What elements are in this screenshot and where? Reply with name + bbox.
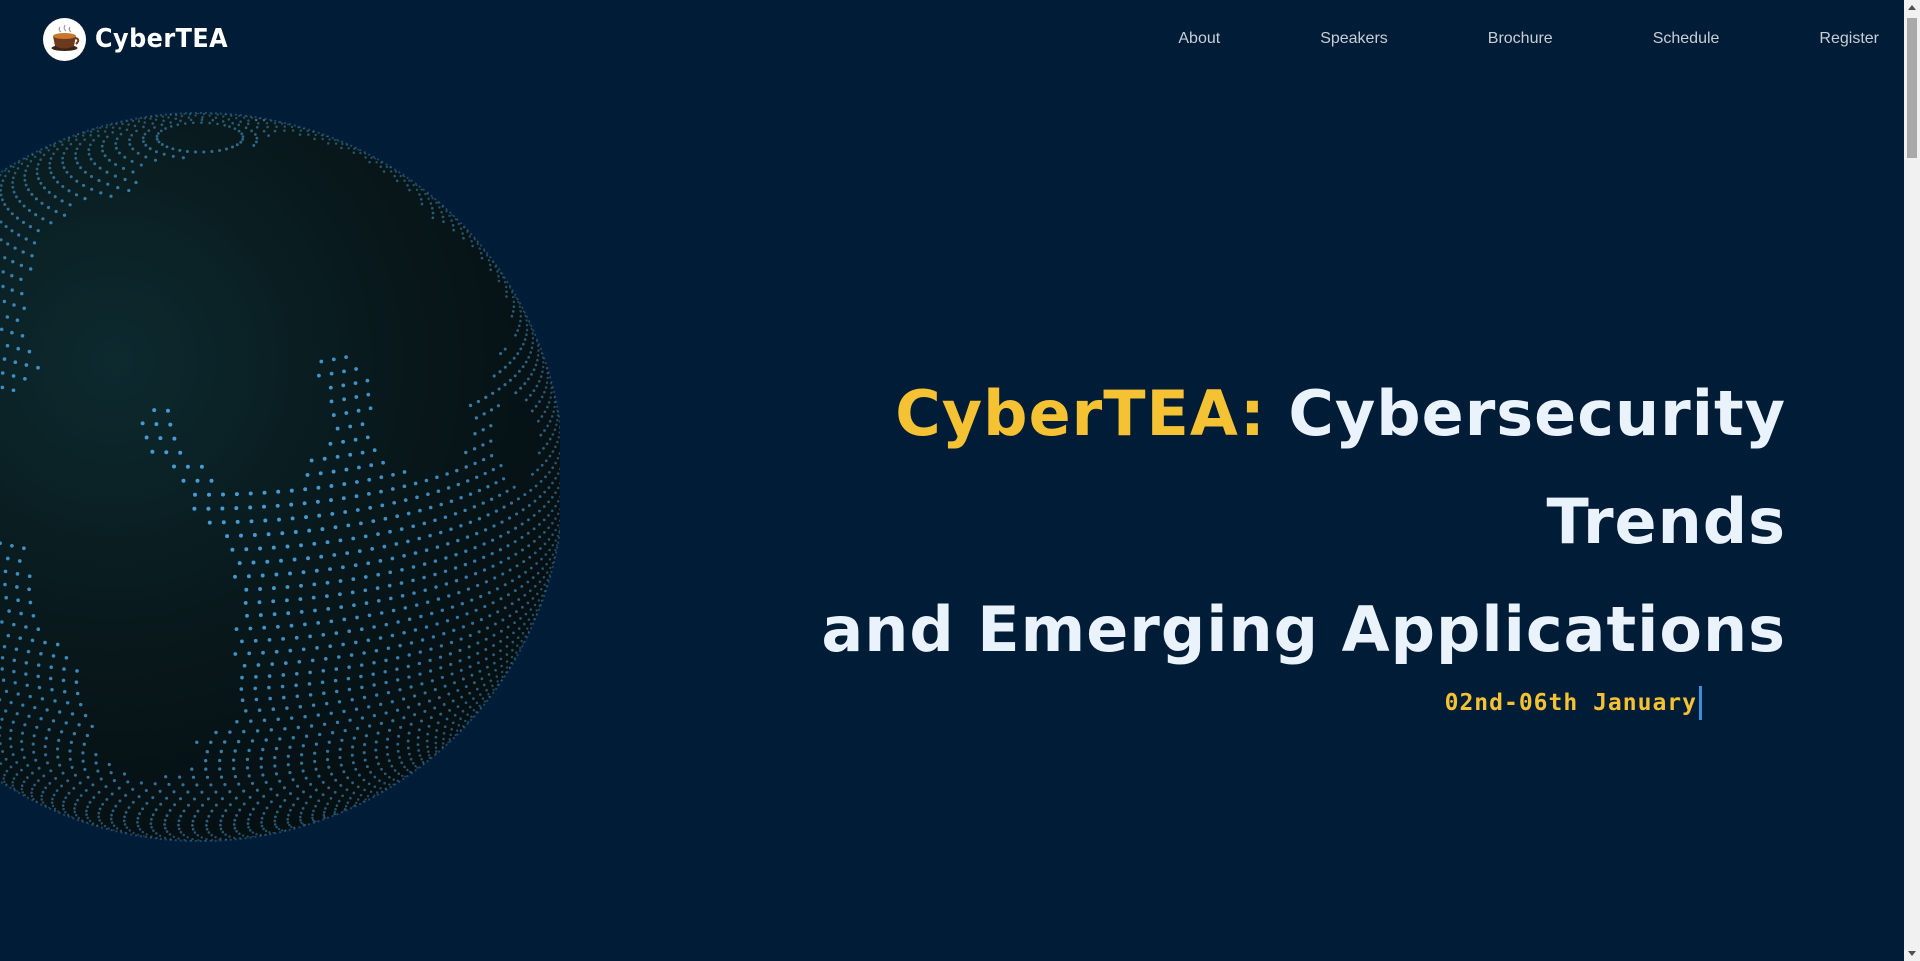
page: CyberTEA About Speakers Brochure Schedul… (0, 0, 1920, 961)
hero-date-row: 02nd-06th January (786, 686, 1786, 720)
hero-title-line2: and Emerging Applications (821, 593, 1786, 666)
hero-date: 02nd-06th January (1444, 690, 1697, 716)
typing-caret (1699, 686, 1702, 720)
brand-link[interactable]: CyberTEA (43, 17, 240, 61)
scroll-down-icon[interactable] (1908, 951, 1916, 956)
nav-speakers[interactable]: Speakers (1320, 30, 1388, 48)
hero-section: CyberTEA: Cybersecurity Trends and Emerg… (786, 360, 1786, 720)
dotted-globe-icon (0, 110, 565, 850)
hero-title-accent: CyberTEA: (895, 377, 1266, 450)
navbar: CyberTEA About Speakers Brochure Schedul… (0, 0, 1904, 78)
main-nav: About Speakers Brochure Schedule Registe… (1178, 30, 1879, 48)
scroll-up-icon[interactable] (1908, 5, 1916, 10)
scroll-thumb[interactable] (1907, 18, 1917, 158)
teacup-icon (43, 17, 86, 61)
brand-name: CyberTEA (95, 24, 229, 54)
nav-register[interactable]: Register (1819, 30, 1879, 48)
page-scrollbar[interactable] (1904, 0, 1920, 961)
nav-about[interactable]: About (1178, 30, 1220, 48)
nav-brochure[interactable]: Brochure (1488, 30, 1553, 48)
hero-title-line1: Cybersecurity Trends (1265, 377, 1786, 558)
hero-title: CyberTEA: Cybersecurity Trends and Emerg… (786, 360, 1786, 684)
nav-schedule[interactable]: Schedule (1653, 30, 1720, 48)
